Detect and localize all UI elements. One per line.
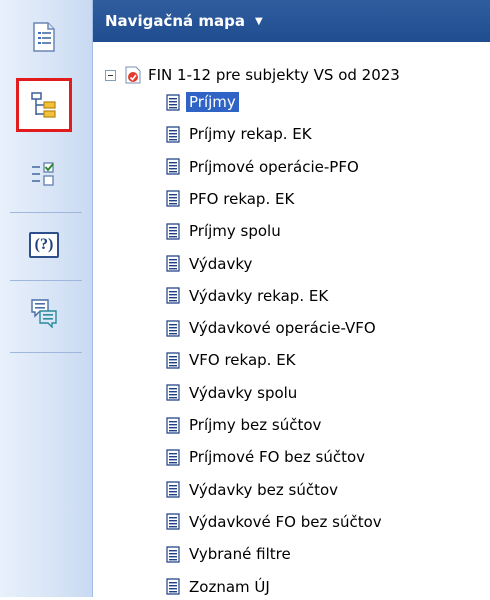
tree-item-label: Príjmy bez súčtov bbox=[189, 416, 322, 434]
tree-item-label: VFO rekap. EK bbox=[189, 351, 296, 370]
collapse-toggle[interactable] bbox=[105, 69, 116, 81]
tree-item[interactable]: Výdavky bbox=[166, 251, 255, 277]
document-icon bbox=[166, 158, 180, 175]
tree-map-icon bbox=[31, 92, 56, 118]
form-pdf-icon bbox=[125, 66, 141, 84]
tree-item-label: Výdavky bez súčtov bbox=[189, 480, 339, 499]
tree-item[interactable]: Príjmy bez súčtov bbox=[166, 412, 324, 438]
tree-item[interactable]: Príjmy rekap. EK bbox=[166, 121, 315, 147]
tree-item[interactable]: Príjmy spolu bbox=[166, 218, 284, 244]
tree-item-label: Výdavkové operácie-VFO bbox=[189, 319, 376, 338]
tree-item[interactable]: VFO rekap. EK bbox=[166, 347, 299, 373]
chevron-down-icon[interactable]: ▼ bbox=[255, 16, 263, 27]
document-icon bbox=[166, 352, 180, 369]
tree-item-label: Zoznam ÚJ bbox=[189, 577, 270, 596]
tree-item-label: Výdavky spolu bbox=[189, 383, 298, 402]
tree-item-label: Výdavky rekap. EK bbox=[189, 286, 329, 305]
tree-item[interactable]: PFO rekap. EK bbox=[166, 186, 297, 212]
help-label: (?) bbox=[34, 236, 54, 253]
help-button[interactable]: (?) bbox=[16, 218, 72, 272]
document-icon bbox=[166, 223, 180, 240]
toolbar-separator bbox=[10, 280, 82, 281]
tree-item[interactable]: Príjmové operácie-PFO bbox=[166, 154, 362, 180]
navigation-map-button[interactable] bbox=[16, 78, 72, 132]
tree-root-label: FIN 1-12 pre subjekty VS od 2023 bbox=[148, 66, 400, 84]
tree-item-label: Príjmy rekap. EK bbox=[189, 125, 312, 144]
tree-item[interactable]: Zoznam ÚJ bbox=[166, 574, 273, 600]
tree-item[interactable]: Príjmy bbox=[166, 89, 239, 115]
comments-button[interactable] bbox=[16, 286, 72, 340]
toolbar-separator bbox=[10, 212, 82, 213]
document-icon bbox=[166, 319, 180, 337]
document-icon bbox=[166, 449, 180, 466]
document-icon bbox=[166, 287, 180, 304]
document-icon bbox=[166, 190, 180, 207]
tree-item-label: Príjmy spolu bbox=[189, 222, 281, 241]
panel-header[interactable]: Navigačná mapa ▼ bbox=[93, 0, 490, 42]
document-icon bbox=[166, 384, 180, 401]
document-icon bbox=[166, 481, 180, 498]
tree-item-label: Výdavkové FO bez súčtov bbox=[189, 512, 382, 531]
left-toolbar: (?) bbox=[0, 0, 93, 597]
tree-item-label: Príjmové FO bez súčtov bbox=[189, 448, 366, 467]
tree-item-label: Vybrané filtre bbox=[189, 545, 291, 564]
tree-item[interactable]: Výdavky spolu bbox=[166, 380, 300, 406]
document-list-button[interactable] bbox=[16, 10, 72, 64]
checklist-button[interactable] bbox=[16, 148, 72, 202]
document-icon bbox=[166, 513, 180, 530]
tree-item[interactable]: Výdavky bez súčtov bbox=[166, 477, 341, 503]
comments-icon bbox=[31, 299, 57, 328]
help-icon: (?) bbox=[29, 232, 59, 258]
document-icon bbox=[166, 578, 180, 595]
checklist-icon bbox=[32, 162, 54, 186]
document-icon bbox=[166, 546, 180, 563]
tree-item-label: Výdavky bbox=[189, 254, 253, 273]
document-icon bbox=[166, 126, 180, 143]
tree-root[interactable]: FIN 1-12 pre subjekty VS od 2023 bbox=[105, 62, 400, 88]
document-list-icon bbox=[33, 22, 55, 52]
toolbar-separator bbox=[10, 352, 82, 353]
navigation-map-panel: Navigačná mapa ▼ FIN 1-12 pre subjekty V… bbox=[93, 0, 490, 597]
tree-item-label: Príjmové operácie-PFO bbox=[189, 157, 359, 176]
tree-item[interactable]: Výdavkové operácie-VFO bbox=[166, 315, 379, 341]
tree-item-label: Príjmy bbox=[186, 92, 239, 112]
tree-item[interactable]: Výdavky rekap. EK bbox=[166, 283, 331, 309]
tree-item-label: PFO rekap. EK bbox=[189, 189, 295, 208]
document-icon bbox=[166, 416, 180, 434]
document-icon bbox=[166, 93, 180, 111]
document-icon bbox=[166, 255, 180, 272]
tree-item[interactable]: Príjmové FO bez súčtov bbox=[166, 444, 368, 470]
panel-title: Navigačná mapa bbox=[105, 12, 245, 30]
tree-item[interactable]: Výdavkové FO bez súčtov bbox=[166, 509, 385, 535]
tree-item[interactable]: Vybrané filtre bbox=[166, 541, 294, 567]
